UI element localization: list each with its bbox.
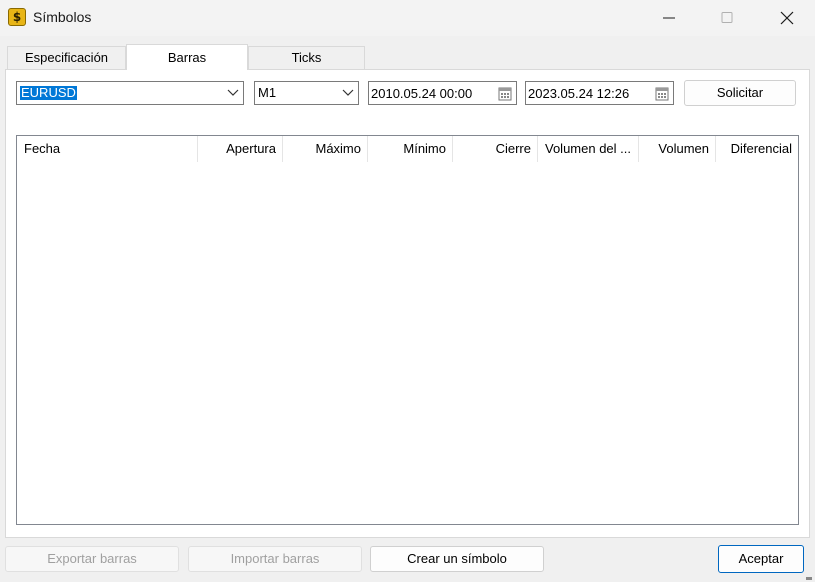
column-header-cierre[interactable]: Cierre [453, 136, 537, 162]
timeframe-select[interactable]: M1 [254, 81, 359, 105]
column-header-fecha[interactable]: Fecha [17, 136, 197, 162]
column-header-diferencial[interactable]: Diferencial [716, 136, 798, 162]
title-bar: $ Símbolos [0, 0, 815, 36]
chevron-down-icon [227, 89, 239, 96]
export-bars-button[interactable]: Exportar barras [5, 546, 179, 572]
calendar-icon[interactable] [655, 86, 670, 101]
close-button[interactable] [764, 0, 810, 36]
symbol-value: EURUSD [20, 85, 77, 100]
bars-table[interactable]: Fecha Apertura Máximo Mínimo Cierre Volu… [16, 135, 799, 525]
date-from-value: 2010.05.24 00:00 [371, 86, 473, 101]
minimize-button[interactable] [646, 0, 692, 36]
window-title: Símbolos [33, 9, 92, 25]
dollar-symbol-icon: $ [8, 8, 26, 26]
column-header-minimo[interactable]: Mínimo [368, 136, 452, 162]
chevron-down-icon [342, 89, 354, 96]
date-to-field[interactable]: 2023.05.24 12:26 [525, 81, 674, 105]
create-symbol-button[interactable]: Crear un símbolo [370, 546, 544, 572]
resize-grip[interactable] [806, 577, 812, 580]
import-bars-button[interactable]: Importar barras [188, 546, 362, 572]
tab-barras[interactable]: Barras [126, 44, 248, 70]
column-header-volumen[interactable]: Volumen [639, 136, 715, 162]
tab-ticks[interactable]: Ticks [248, 46, 365, 69]
column-header-volumen-del[interactable]: Volumen del ... [538, 136, 638, 162]
column-header-apertura[interactable]: Apertura [198, 136, 282, 162]
request-button[interactable]: Solicitar [684, 80, 796, 106]
date-from-field[interactable]: 2010.05.24 00:00 [368, 81, 517, 105]
close-icon [780, 11, 794, 25]
date-to-value: 2023.05.24 12:26 [528, 86, 630, 101]
minimize-icon [663, 17, 675, 19]
tab-especificacion[interactable]: Especificación [7, 46, 126, 69]
column-header-maximo[interactable]: Máximo [283, 136, 367, 162]
table-header: Fecha Apertura Máximo Mínimo Cierre Volu… [17, 136, 798, 162]
maximize-button[interactable] [704, 0, 750, 36]
timeframe-value: M1 [258, 85, 277, 100]
accept-button[interactable]: Aceptar [718, 545, 804, 573]
symbol-select[interactable]: EURUSD [16, 81, 244, 105]
calendar-icon[interactable] [498, 86, 513, 101]
maximize-icon [721, 12, 733, 23]
